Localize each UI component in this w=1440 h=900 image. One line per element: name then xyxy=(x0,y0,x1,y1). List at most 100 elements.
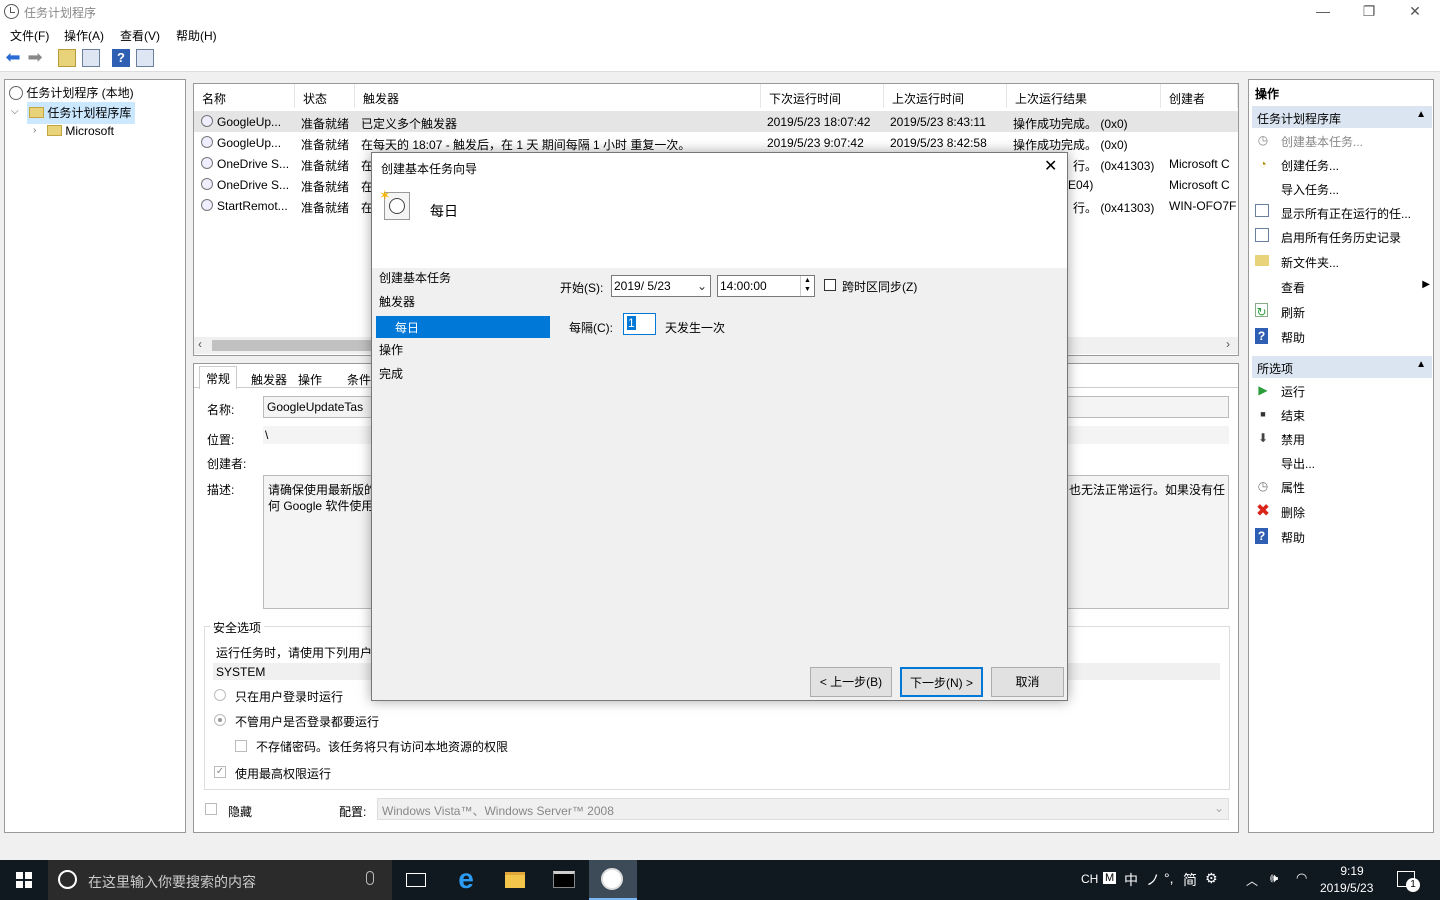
wizard-title: 创建基本任务向导 xyxy=(381,162,478,176)
command-prompt-icon[interactable] xyxy=(540,860,588,900)
tree-item-microsoft[interactable]: Microsoft xyxy=(47,124,114,138)
restore-button[interactable]: ❐ xyxy=(1346,0,1392,24)
help-icon[interactable]: ? xyxy=(112,49,130,67)
cell-next-run: 2019/5/23 9:07:42 xyxy=(767,136,864,150)
column-header-last-run[interactable]: 上次运行时间 xyxy=(884,84,1007,108)
checkbox-highest-privileges[interactable]: ✓ xyxy=(214,766,226,778)
ime-simplified[interactable]: 简 xyxy=(1183,870,1197,890)
action-export[interactable]: 导出... xyxy=(1255,452,1430,474)
section-header-selected-label: 所选项 xyxy=(1257,362,1294,376)
sync-timezone-checkbox[interactable] xyxy=(824,279,836,291)
column-header-name[interactable]: 名称 xyxy=(194,84,295,108)
table-row[interactable]: GoogleUp... 准备就绪 已定义多个触发器 2019/5/23 18:0… xyxy=(194,111,1238,132)
tab-triggers[interactable]: 触发器 xyxy=(247,371,291,388)
ime-settings-gear-icon[interactable]: ⚙ xyxy=(1205,870,1218,887)
column-header-author[interactable]: 创建者 xyxy=(1161,84,1238,108)
action-delete[interactable]: ✖ 删除 xyxy=(1255,501,1430,523)
search-box[interactable]: 在这里输入你要搜索的内容 xyxy=(48,860,392,900)
cell-last-run: 2019/5/23 8:42:58 xyxy=(890,136,987,150)
edge-browser-icon[interactable]: e xyxy=(442,860,490,900)
next-button[interactable]: 下一步(N) > xyxy=(900,667,983,697)
radio-logged-on[interactable] xyxy=(214,689,226,701)
step-action: 操作 xyxy=(379,343,404,357)
network-icon[interactable]: ◠ xyxy=(1296,870,1307,886)
time-spinner-icon[interactable]: ▲ ▼ xyxy=(800,276,814,296)
column-header-status[interactable]: 状态 xyxy=(295,84,355,108)
recur-every-input[interactable]: 1 xyxy=(623,313,656,335)
action-view[interactable]: 查看 ▶ xyxy=(1255,276,1430,298)
menu-file[interactable]: 文件(F) xyxy=(10,27,49,44)
menu-bar: 文件(F) 操作(A) 查看(V) 帮助(H) xyxy=(0,24,1440,46)
action-label: 查看 xyxy=(1281,281,1306,295)
clock-time[interactable]: 9:19 xyxy=(1334,864,1370,878)
action-create-basic-task[interactable]: ◷ 创建基本任务... xyxy=(1255,130,1430,152)
action-display-running[interactable]: 显示所有正在运行的任... xyxy=(1255,202,1430,224)
table-row[interactable]: GoogleUp... 准备就绪 在每天的 18:07 - 触发后，在 1 天 … xyxy=(194,132,1238,153)
tab-general[interactable]: 常规 xyxy=(199,366,238,389)
up-folder-icon[interactable] xyxy=(58,49,76,67)
checkbox-no-store-password[interactable] xyxy=(235,740,247,752)
action-create-task[interactable]: ◔ 创建任务... xyxy=(1255,154,1430,176)
start-date-picker[interactable]: 2019/ 5/23 ⌄ xyxy=(611,275,711,297)
action-help[interactable]: ? 帮助 xyxy=(1255,326,1430,348)
action-label: 帮助 xyxy=(1281,531,1306,545)
action-new-folder[interactable]: 新文件夹... xyxy=(1255,251,1430,273)
menu-help[interactable]: 帮助(H) xyxy=(176,27,217,44)
action-disable[interactable]: ⬇ 禁用 xyxy=(1255,428,1430,450)
action-help-selected[interactable]: ? 帮助 xyxy=(1255,526,1430,548)
checkbox-hidden[interactable] xyxy=(205,803,217,815)
cancel-button[interactable]: 取消 xyxy=(991,667,1064,697)
description-line: 请确保使用最新版的 xyxy=(268,483,377,497)
dialog-close-icon[interactable]: ✕ xyxy=(1044,156,1057,176)
close-button[interactable]: ✕ xyxy=(1392,0,1438,24)
minimize-button[interactable]: — xyxy=(1300,0,1346,24)
ime-chinese[interactable]: 中 xyxy=(1124,870,1138,890)
scroll-right-icon[interactable]: › xyxy=(1226,337,1230,351)
ime-ch[interactable]: CH xyxy=(1081,872,1098,886)
ime-punctuation[interactable]: °, xyxy=(1164,870,1174,886)
column-header-trigger[interactable]: 触发器 xyxy=(355,84,761,108)
radio-whether-logged-on[interactable] xyxy=(214,714,226,726)
action-properties[interactable]: ◷ 属性 xyxy=(1255,476,1430,498)
back-arrow-icon[interactable]: ⬅ xyxy=(4,48,22,67)
scroll-left-icon[interactable]: ‹ xyxy=(198,337,202,351)
menu-view[interactable]: 查看(V) xyxy=(120,27,160,44)
section-header-selected[interactable]: 所选项 ▲ xyxy=(1252,356,1432,378)
volume-icon[interactable]: 🕪 xyxy=(1270,870,1278,886)
tree-item-library[interactable]: 任务计划程序库 xyxy=(27,102,136,124)
column-header-next-run[interactable]: 下次运行时间 xyxy=(761,84,884,108)
start-button[interactable] xyxy=(0,860,48,900)
file-explorer-icon[interactable] xyxy=(490,860,538,900)
tab-actions[interactable]: 操作 xyxy=(294,371,326,388)
task-scheduler-taskbar-icon[interactable] xyxy=(589,860,637,900)
config-select[interactable]: Windows Vista™、Windows Server™ 2008 ⌄ xyxy=(377,798,1229,820)
show-hide-tree-icon[interactable] xyxy=(82,49,100,67)
clock-date[interactable]: 2019/5/23 xyxy=(1320,881,1373,895)
back-button[interactable]: < 上一步(B) xyxy=(810,667,892,697)
task-view-icon[interactable] xyxy=(392,860,440,900)
action-center-icon[interactable]: 1 xyxy=(1397,871,1420,892)
menu-action[interactable]: 操作(A) xyxy=(64,27,104,44)
start-time-picker[interactable]: 14:00:00 ▲ ▼ xyxy=(717,275,815,297)
action-refresh[interactable]: ↻ 刷新 xyxy=(1255,301,1430,323)
folder-icon xyxy=(29,107,44,118)
ime-halfwidth-moon-icon[interactable]: ノ xyxy=(1146,870,1160,890)
collapse-triangle-icon: ▲ xyxy=(1416,109,1426,120)
tree-root[interactable]: 任务计划程序 (本地) xyxy=(9,84,134,101)
config-select-value: Windows Vista™、Windows Server™ 2008 xyxy=(382,804,614,818)
ime-m[interactable]: M xyxy=(1103,872,1117,884)
action-end[interactable]: ■ 结束 xyxy=(1255,404,1430,426)
microphone-icon[interactable] xyxy=(366,871,374,885)
action-enable-history[interactable]: 启用所有任务历史记录 xyxy=(1255,226,1430,248)
show-hidden-icons-chevron-icon[interactable]: ︿ xyxy=(1246,872,1258,889)
checkbox-hidden-label: 隐藏 xyxy=(228,805,253,819)
action-import-task[interactable]: 导入任务... xyxy=(1255,178,1430,200)
action-run[interactable]: ▶ 运行 xyxy=(1255,380,1430,402)
expand-arrow-icon[interactable]: › xyxy=(33,125,36,136)
collapse-arrow-icon[interactable]: ⌵ xyxy=(11,106,19,117)
section-header-library[interactable]: 任务计划程序库 ▲ xyxy=(1252,106,1432,128)
show-hide-action-pane-icon[interactable] xyxy=(136,49,154,67)
column-header-last-result[interactable]: 上次运行结果 xyxy=(1007,84,1161,108)
forward-arrow-icon[interactable]: ➡ xyxy=(26,48,44,67)
scrollbar-thumb[interactable] xyxy=(212,340,372,351)
